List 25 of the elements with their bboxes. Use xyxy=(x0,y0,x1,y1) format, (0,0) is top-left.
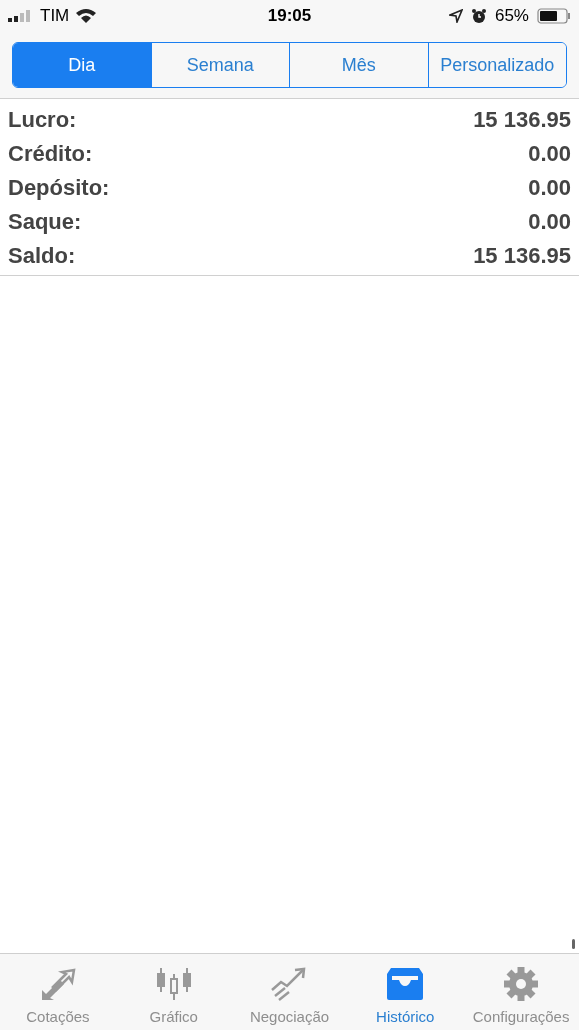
tab-bar-item[interactable]: Negociação xyxy=(231,954,348,1030)
wifi-icon xyxy=(75,8,98,24)
tab-bar-item[interactable]: Histórico xyxy=(347,954,464,1030)
carrier-name: TIM xyxy=(40,5,70,28)
summary-label: Saldo: xyxy=(8,241,76,270)
scroll-indicator xyxy=(572,939,575,949)
location-arrow-icon xyxy=(448,9,463,23)
tab-bar-item[interactable]: Cotações xyxy=(0,954,116,1030)
segment-tab[interactable]: Dia xyxy=(13,43,152,87)
summary-value: 0.00 xyxy=(528,207,571,236)
summary-label: Depósito: xyxy=(8,173,110,202)
summary-value: 0.00 xyxy=(528,139,571,168)
summary-value: 15 136.95 xyxy=(473,241,571,270)
summary-label: Lucro: xyxy=(8,105,77,134)
battery-percent: 65% xyxy=(494,5,529,28)
status-time: 19:05 xyxy=(267,5,312,28)
summary-label: Saque: xyxy=(8,207,82,236)
tab-bar-item[interactable]: Configurações xyxy=(463,954,579,1030)
alarm-clock-icon xyxy=(470,8,487,24)
summary-value: 15 136.95 xyxy=(473,105,571,134)
tab-bar-item[interactable]: Gráfico xyxy=(115,954,232,1030)
battery-icon xyxy=(537,8,571,24)
inbox-tray-icon xyxy=(385,965,426,1002)
summary-value: 0.00 xyxy=(528,173,571,202)
summary-label: Crédito: xyxy=(8,139,93,168)
